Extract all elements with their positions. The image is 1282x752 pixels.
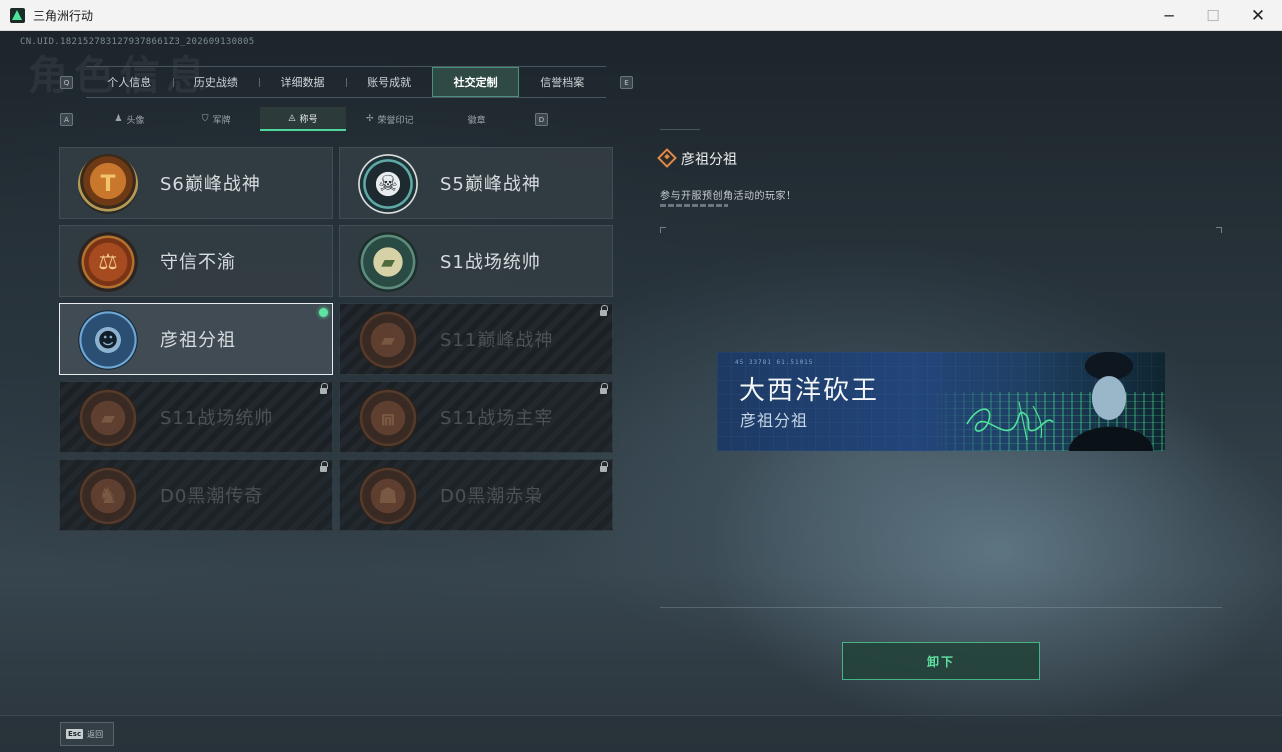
tab-next-key-hint[interactable]: E (620, 76, 633, 89)
subtab-honor-mark[interactable]: ✢ 荣誉印记 (346, 107, 433, 131)
nameplate-player-name: 大西洋砍王 (739, 376, 880, 406)
tab-reputation[interactable]: 信誉档案 (519, 67, 606, 97)
nameplate-code: 45 33781 61.51015 (735, 359, 814, 366)
close-button[interactable]: ✕ (1235, 0, 1281, 31)
title-card[interactable]: ⚖ 守信不渝 (59, 225, 333, 297)
title-card-label: S11战场统帅 (160, 408, 274, 429)
arch-bronze-badge-icon: ⩎ (358, 388, 418, 448)
esc-key-hint: Esc (66, 729, 84, 739)
game-viewport: CN.UID.1821527831279378661Z3_20260913080… (0, 31, 1282, 752)
portrait-image (1057, 352, 1165, 451)
window-titlebar: 三角洲行动 ─ ☐ ✕ (0, 0, 1282, 31)
title-card-locked[interactable]: ▰ S11战场统帅 (59, 381, 333, 453)
title-card[interactable]: ▰ S1战场统帅 (339, 225, 613, 297)
unequip-button[interactable]: 卸下 (842, 642, 1040, 680)
equipped-indicator-icon (319, 308, 328, 317)
tank-bronze-badge-icon: ▰ (358, 310, 418, 370)
app-logo-icon (10, 7, 25, 23)
frame-corner (660, 227, 666, 233)
title-card-label: S11巅峰战神 (440, 330, 554, 351)
back-label: 返回 (87, 729, 104, 739)
title-card-locked[interactable]: ⩎ S11战场主宰 (339, 381, 613, 453)
title-card[interactable]: T S6巅峰战神 (59, 147, 333, 219)
tab-social-custom[interactable]: 社交定制 (432, 67, 519, 97)
subtab-next-key-hint[interactable]: D (535, 113, 548, 126)
title-card-label: 守信不渝 (160, 252, 236, 273)
nameplate-preview: 45 33781 61.51015 大西洋砍王 彦祖分祖 (717, 352, 1165, 451)
subtab-badge[interactable]: 徽章 (433, 107, 520, 131)
title-card-label: D0黑潮赤枭 (440, 486, 544, 507)
mask-bronze-badge-icon: ☗ (358, 466, 418, 526)
subtab-avatar[interactable]: ♟ 头像 (86, 107, 173, 131)
tab-profile[interactable]: 个人信息 (86, 67, 173, 97)
frame-bottom-line (660, 607, 1222, 608)
title-card-locked[interactable]: ☗ D0黑潮赤枭 (339, 459, 613, 531)
tank-badge-icon: ▰ (358, 232, 418, 292)
minimize-button[interactable]: ─ (1146, 0, 1192, 31)
title-card-label: S1战场统帅 (440, 252, 541, 273)
title-card-locked[interactable]: ♞ D0黑潮传奇 (59, 459, 333, 531)
frame-corner (1216, 227, 1222, 233)
title-card-selected[interactable]: ☻ 彦祖分祖 (59, 303, 333, 375)
soldier-bronze-badge-icon: ♞ (78, 466, 138, 526)
window-title: 三角洲行动 (33, 8, 94, 23)
main-tabs: 个人信息 历史战绩 详细数据 账号成就 社交定制 信誉档案 (86, 66, 606, 98)
title-card-label: S11战场主宰 (440, 408, 554, 429)
title-card-label: D0黑潮传奇 (160, 486, 264, 507)
title-icon: ◬ (288, 113, 296, 123)
gold-shield-badge-icon: T (78, 154, 138, 214)
subtab-honor-label: 荣誉印记 (377, 115, 414, 126)
lock-icon (319, 461, 328, 473)
lock-icon (599, 305, 608, 317)
sub-tabs: ♟ 头像 ⛉ 军牌 ◬ 称号 ✢ 荣誉印记 徽章 (86, 107, 520, 131)
lock-icon (599, 461, 608, 473)
honor-icon: ✢ (366, 114, 374, 124)
frame-line (660, 129, 700, 130)
back-button[interactable]: Esc 返回 (60, 722, 114, 746)
tab-stats[interactable]: 详细数据 (259, 67, 346, 97)
tab-achievements[interactable]: 账号成就 (345, 67, 433, 97)
subtab-prev-key-hint[interactable]: A (60, 113, 73, 126)
lock-icon (599, 383, 608, 395)
scales-badge-icon: ⚖ (78, 232, 138, 292)
tab-prev-key-hint[interactable]: Q (60, 76, 73, 89)
title-card-label: S6巅峰战神 (160, 174, 261, 195)
subtab-badge-label: 徽章 (467, 115, 486, 126)
detail-description: 参与开服预创角活动的玩家！ (660, 191, 797, 202)
description-decor-bar (660, 204, 728, 207)
tank-bronze-badge-icon: ▰ (78, 388, 138, 448)
portrait-badge-icon: ☻ (78, 310, 138, 370)
subtab-title[interactable]: ◬ 称号 (259, 107, 347, 131)
subtab-dogtag[interactable]: ⛉ 军牌 (173, 107, 260, 131)
title-card-label: S5巅峰战神 (440, 174, 541, 195)
subtab-dogtag-label: 军牌 (212, 115, 231, 126)
title-type-icon (657, 148, 677, 168)
subtab-avatar-label: 头像 (126, 115, 145, 126)
signature-icon (966, 401, 1054, 441)
title-card[interactable]: ☠ S5巅峰战神 (339, 147, 613, 219)
title-card-label: 彦祖分祖 (160, 330, 236, 351)
title-card-locked[interactable]: ▰ S11巅峰战神 (339, 303, 613, 375)
subtab-title-label: 称号 (299, 114, 318, 125)
lock-icon (319, 383, 328, 395)
tab-history[interactable]: 历史战绩 (172, 67, 260, 97)
maximize-button[interactable]: ☐ (1190, 0, 1236, 31)
bottom-bar: Esc 返回 (0, 715, 1282, 752)
nameplate-title: 彦祖分祖 (740, 411, 809, 430)
dogtag-icon: ⛉ (201, 114, 209, 124)
detail-title-name: 彦祖分祖 (681, 152, 737, 168)
skull-badge-icon: ☠ (358, 154, 418, 214)
person-icon: ♟ (114, 114, 123, 124)
